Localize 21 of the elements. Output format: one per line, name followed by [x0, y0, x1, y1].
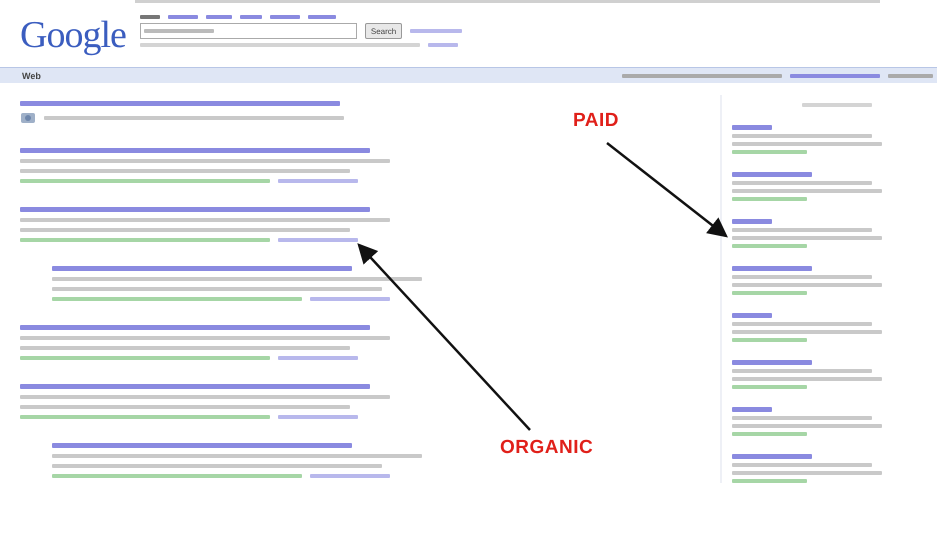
blurred-text-drawing: [732, 407, 772, 412]
blurred-text-drawing: [270, 15, 300, 19]
blurred-text-drawing: [240, 15, 262, 19]
tab-label: Web: [22, 70, 41, 80]
blurred-text-drawing: [140, 15, 160, 19]
annotation-label: ORGANIC: [500, 437, 594, 459]
blurred-text-drawing: [802, 103, 872, 107]
blurred-text-drawing: [410, 29, 462, 33]
blurred-text-drawing: [732, 125, 772, 130]
search-button[interactable]: Search: [364, 23, 402, 39]
blurred-text-drawing: [732, 313, 772, 318]
blurred-text-drawing: [206, 15, 232, 19]
map-icon: [20, 112, 36, 124]
google-logo[interactable]: Google: [20, 13, 126, 67]
blurred-text-drawing: [888, 74, 933, 78]
annotation-label: PAID: [573, 110, 619, 132]
blurred-text-drawing: [308, 15, 336, 19]
search-field[interactable]: [140, 23, 357, 39]
blurred-text-drawing: [732, 219, 772, 224]
blurred-text-drawing: [428, 43, 458, 47]
blurred-text-drawing: [168, 15, 198, 19]
